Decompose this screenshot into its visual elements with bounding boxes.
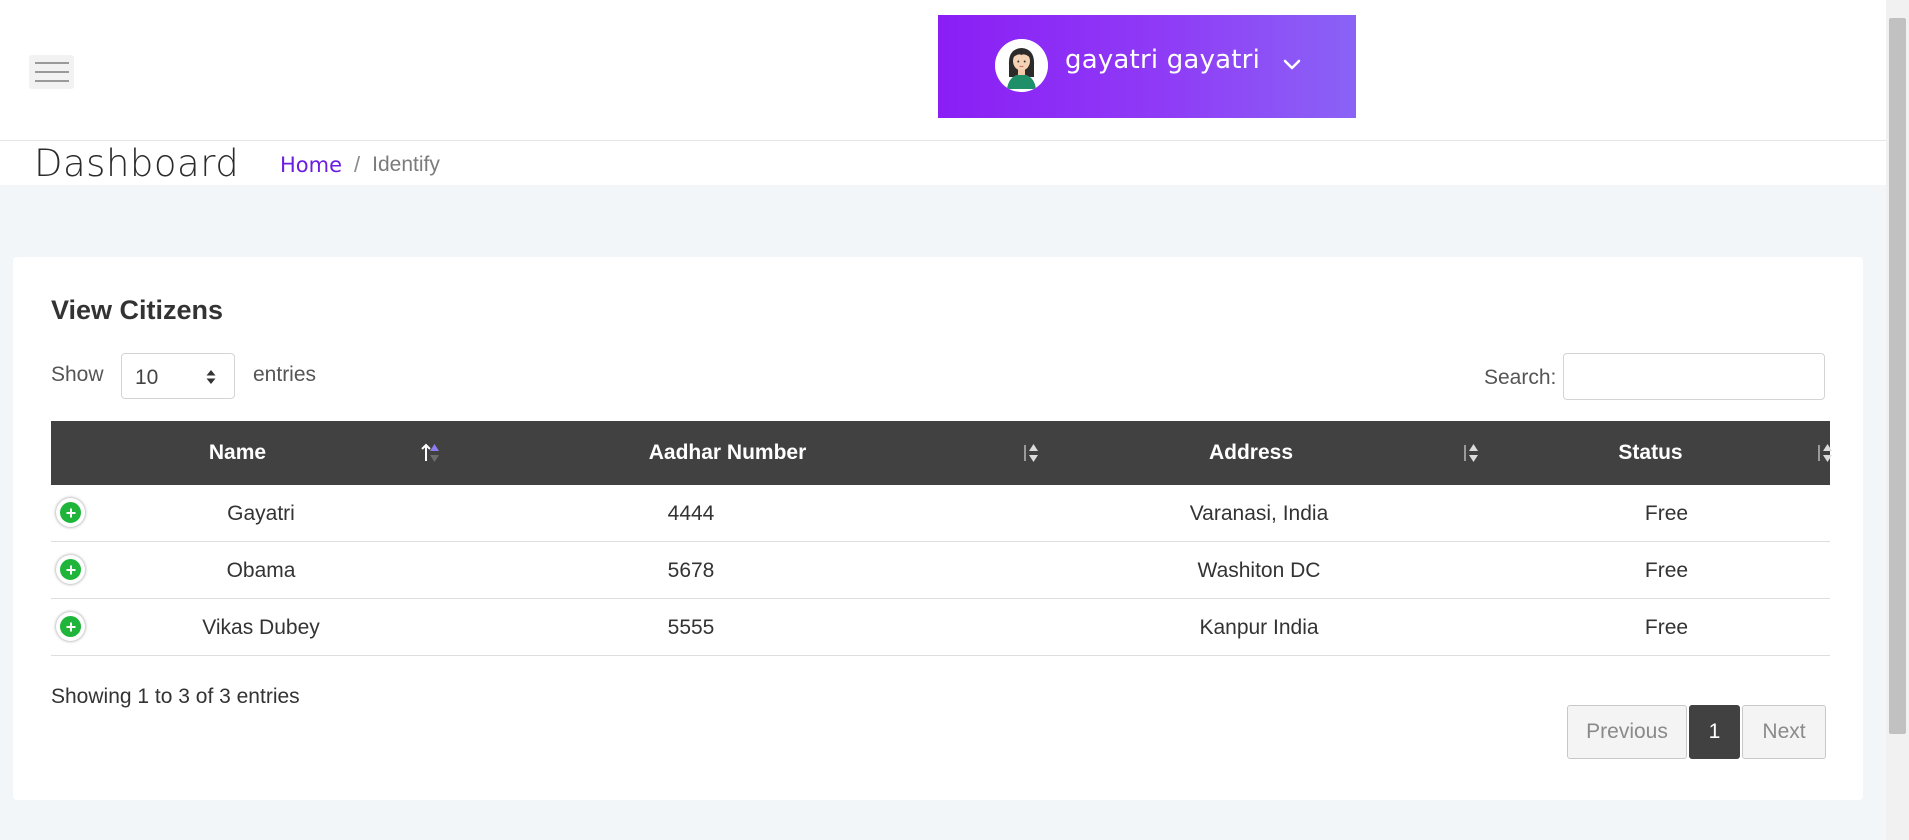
cell-address: Washiton DC [1197,558,1321,582]
search-label: Search: [1484,366,1557,389]
page-1-button[interactable]: 1 [1689,705,1740,759]
top-header: gayatri gayatri [0,0,1886,141]
entries-label: entries [253,363,317,386]
chevron-down-icon[interactable] [1278,51,1306,79]
cell-status: Free [1644,501,1689,525]
citizens-table: Name Aadhar Number Address Status Gayatr… [51,421,1832,656]
page-title: Dashboard [34,142,240,185]
column-header-status[interactable]: Status [1471,421,1830,485]
citizens-card: View Citizens Show 10 entries Search: Na… [13,257,1863,800]
page-header: Dashboard Home / Identify [0,142,1886,185]
user-avatar-icon [995,39,1048,92]
table-row[interactable]: Obama 5678 Washiton DC Free [51,542,1830,599]
entries-per-page-select[interactable]: 10 [121,353,235,399]
breadcrumb: Home / Identify [280,152,440,178]
previous-page-button[interactable]: Previous [1567,705,1687,759]
table-row[interactable]: Vikas Dubey 5555 Kanpur India Free [51,599,1830,656]
sort-icon[interactable] [1811,441,1835,465]
cell-status: Free [1644,558,1689,582]
cell-name: Obama [226,558,296,582]
hamburger-menu-icon[interactable] [29,55,74,89]
column-header-address[interactable]: Address [1031,421,1471,485]
cell-aadhar: 5678 [667,558,715,582]
breadcrumb-separator: / [354,152,361,177]
next-page-button[interactable]: Next [1742,705,1826,759]
cell-address: Kanpur India [1199,615,1319,639]
vertical-scrollbar[interactable] [1886,0,1909,840]
breadcrumb-home-link[interactable]: Home [280,153,342,177]
cell-name: Vikas Dubey [202,615,320,639]
table-header: Name Aadhar Number Address Status [51,421,1832,485]
cell-address: Varanasi, India [1189,501,1329,525]
entries-select-value: 10 [135,366,159,389]
cell-aadhar: 5555 [667,615,715,639]
select-arrows-icon [206,370,216,384]
user-menu-dropdown[interactable]: gayatri gayatri [938,15,1356,118]
table-row[interactable]: Gayatri 4444 Varanasi, India Free [51,485,1830,542]
column-header-name[interactable]: Name [51,421,424,485]
cell-name: Gayatri [227,501,295,525]
user-name[interactable]: gayatri gayatri [1065,45,1260,75]
search-input[interactable] [1563,353,1825,400]
column-header-aadhar[interactable]: Aadhar Number [424,421,1031,485]
show-label: Show [51,363,104,386]
pagination: Previous 1 Next [1567,705,1826,759]
table-info: Showing 1 to 3 of 3 entries [51,685,300,708]
scrollbar-thumb[interactable] [1889,18,1906,734]
cell-status: Free [1644,615,1689,639]
cell-aadhar: 4444 [667,501,715,525]
card-title: View Citizens [51,295,224,325]
breadcrumb-current: Identify [372,153,440,176]
